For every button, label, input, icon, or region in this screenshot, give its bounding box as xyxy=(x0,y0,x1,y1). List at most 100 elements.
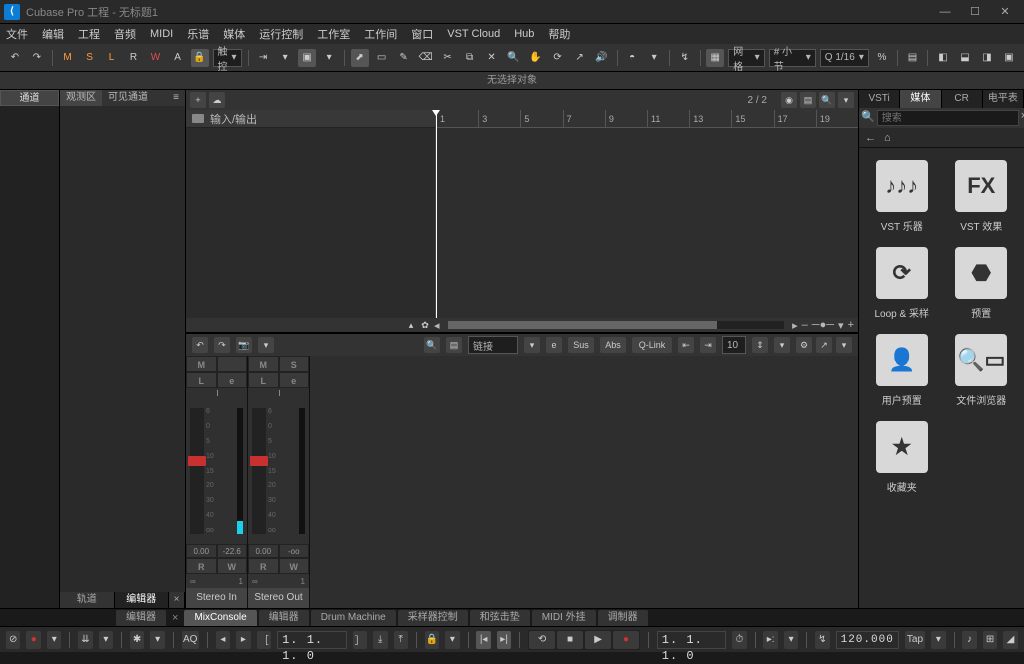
maximize-button[interactable]: ☐ xyxy=(960,2,990,22)
menu-audio[interactable]: 音频 xyxy=(114,26,136,42)
tool-draw-icon[interactable]: ✎ xyxy=(395,49,413,67)
tool-glue-icon[interactable]: ⧉ xyxy=(461,49,479,67)
close-button[interactable]: ✕ xyxy=(990,2,1020,22)
menu-file[interactable]: 文件 xyxy=(6,26,28,42)
menu-edit[interactable]: 编辑 xyxy=(42,26,64,42)
inspector-menu-icon[interactable]: ≡ xyxy=(167,90,185,106)
track-preset-button[interactable]: ☁ xyxy=(209,92,225,108)
btab-modulator[interactable]: 调制器 xyxy=(598,610,648,626)
state-l[interactable]: L xyxy=(103,49,121,67)
constrain-icon[interactable]: ⊘ xyxy=(6,631,20,649)
punch-menu-icon[interactable]: ▾ xyxy=(99,631,113,649)
loc-bracket-icon[interactable]: ［ xyxy=(257,631,271,649)
automation-lock-icon[interactable]: 🔒 xyxy=(191,49,209,67)
minimize-button[interactable]: — xyxy=(930,2,960,22)
channel-0[interactable]: M Le 6051015203040oo 0.00-22.6 RW ∞1 Ste… xyxy=(186,356,248,608)
track-visibility-icon[interactable]: ◉ xyxy=(781,92,797,108)
lock-menu-icon[interactable]: ▾ xyxy=(445,631,459,649)
tab-editor[interactable]: 编辑器 xyxy=(115,592,170,608)
record-mode-button[interactable]: ● xyxy=(26,631,40,649)
ch-solo[interactable] xyxy=(217,356,248,372)
link-e-icon[interactable]: e xyxy=(546,337,562,353)
input-level-icon[interactable]: ◢ xyxy=(1003,631,1017,649)
sus-button[interactable]: Sus xyxy=(568,337,594,353)
marker-menu-icon[interactable]: ▾ xyxy=(784,631,798,649)
btab-chord[interactable]: 和弦击垫 xyxy=(470,610,530,626)
locator-time[interactable]: 1. 1. 1. 0 xyxy=(277,631,346,649)
play-button[interactable]: ▶ xyxy=(585,631,611,649)
autoscroll-icon[interactable]: ⇥ xyxy=(254,49,272,67)
ch-edit[interactable]: e xyxy=(217,372,248,388)
btab-editor[interactable]: 编辑器 xyxy=(259,610,309,626)
zoom-menu-icon[interactable]: ▾ xyxy=(838,319,844,332)
channel-1[interactable]: MS Le 6051015203040oo 0.00-oo RW ∞1 Ster… xyxy=(248,356,310,608)
link-icon[interactable]: ∞ xyxy=(190,577,196,586)
hzoom-out-icon[interactable]: ◂ xyxy=(434,319,440,332)
playhead[interactable] xyxy=(436,110,437,318)
state-a[interactable]: A xyxy=(169,49,187,67)
btab-editor-first[interactable]: 编辑器 xyxy=(116,610,166,626)
tap-menu-icon[interactable]: ▾ xyxy=(931,631,945,649)
next-marker-icon[interactable]: ▸| xyxy=(497,631,511,649)
autoscroll-settings-icon[interactable]: ▾ xyxy=(276,49,294,67)
record-button[interactable]: ● xyxy=(613,631,639,649)
ch-name[interactable]: Stereo Out xyxy=(248,588,309,608)
menu-workspace[interactable]: 工作间 xyxy=(364,26,397,42)
media-tile-star[interactable]: ★收藏夹 xyxy=(867,421,937,494)
ch-name[interactable]: Stereo In xyxy=(186,588,247,608)
ch-mute[interactable]: M xyxy=(186,356,217,372)
link-icon[interactable]: ∞ xyxy=(252,577,258,586)
tool-line-icon[interactable]: ↗ xyxy=(571,49,589,67)
menu-midi[interactable]: MIDI xyxy=(150,28,173,40)
snap-type-dropdown[interactable]: 网格▾ xyxy=(728,49,764,67)
click-button[interactable]: ♪ xyxy=(962,631,976,649)
tab-visible-channels[interactable]: 可见通道 xyxy=(102,90,154,106)
tab-close-icon[interactable]: × xyxy=(169,592,185,608)
mixer-snapshot-icon[interactable]: 📷 xyxy=(236,337,252,353)
lock-icon[interactable]: 🔒 xyxy=(425,631,439,649)
redo-button[interactable]: ↷ xyxy=(28,49,46,67)
zone-left-icon[interactable]: ◧ xyxy=(934,49,952,67)
menu-vstcloud[interactable]: VST Cloud xyxy=(447,28,500,40)
marker-jump-icon[interactable]: ▸: xyxy=(763,631,777,649)
tool-comp-icon[interactable]: ✋ xyxy=(527,49,545,67)
menu-transport[interactable]: 运行控制 xyxy=(259,26,303,42)
record-menu-icon[interactable]: ▾ xyxy=(47,631,61,649)
mixer-rack-icon[interactable]: ▤ xyxy=(446,337,462,353)
nav-home-icon[interactable]: ⌂ xyxy=(884,132,891,144)
tempo-display[interactable]: 120.000 xyxy=(836,631,899,649)
loc-left-icon[interactable]: ◂ xyxy=(216,631,230,649)
track-menu-icon[interactable]: ▾ xyxy=(838,92,854,108)
tab-overview[interactable]: 观测区 xyxy=(60,90,102,106)
track-list-icon[interactable]: ▤ xyxy=(800,92,816,108)
mixer-expand-icon[interactable]: ↗ xyxy=(816,337,832,353)
channel-tab[interactable]: 通道 xyxy=(0,90,59,106)
aq-button[interactable]: AQ xyxy=(182,631,199,649)
state-r[interactable]: R xyxy=(125,49,143,67)
tool-mute-icon[interactable]: ✕ xyxy=(483,49,501,67)
loc-right-icon[interactable]: ▸ xyxy=(236,631,250,649)
zoom-fit-menu-icon[interactable]: ▾ xyxy=(774,337,790,353)
menu-window[interactable]: 窗口 xyxy=(411,26,433,42)
tap-tempo-button[interactable]: Tap xyxy=(905,631,925,649)
tool-erase-icon[interactable]: ⌫ xyxy=(417,49,435,67)
btab-midi[interactable]: MIDI 外挂 xyxy=(532,610,596,626)
io-folder-track[interactable]: 输入/输出 xyxy=(186,110,435,128)
tool-arrow-icon[interactable]: ⬈ xyxy=(351,49,369,67)
snap-toggle-icon[interactable]: ▦ xyxy=(706,49,724,67)
menu-help[interactable]: 帮助 xyxy=(548,26,570,42)
arrange-area[interactable]: 1 3 5 7 9 11 13 15 17 19 xyxy=(436,110,858,318)
menu-score[interactable]: 乐谱 xyxy=(187,26,209,42)
punch-icon[interactable]: ⇊ xyxy=(78,631,92,649)
media-tile-browser[interactable]: 🔍▭文件浏览器 xyxy=(947,334,1017,407)
stop-button[interactable]: ■ xyxy=(557,631,583,649)
mixer-undo-icon[interactable]: ↶ xyxy=(192,337,208,353)
mixer-settings-icon[interactable]: ⚙ xyxy=(796,337,812,353)
tab-tracks[interactable]: 轨道 xyxy=(60,592,115,608)
mixer-search-icon[interactable]: 🔍 xyxy=(424,337,440,353)
loc-bracket2-icon[interactable]: ］ xyxy=(353,631,367,649)
snap-icon[interactable]: ▣ xyxy=(298,49,316,67)
tracklist-settings-icon[interactable]: ✿ xyxy=(420,320,430,330)
btab-close-icon[interactable]: × xyxy=(172,612,178,624)
tool-warp-icon[interactable]: ⟳ xyxy=(549,49,567,67)
